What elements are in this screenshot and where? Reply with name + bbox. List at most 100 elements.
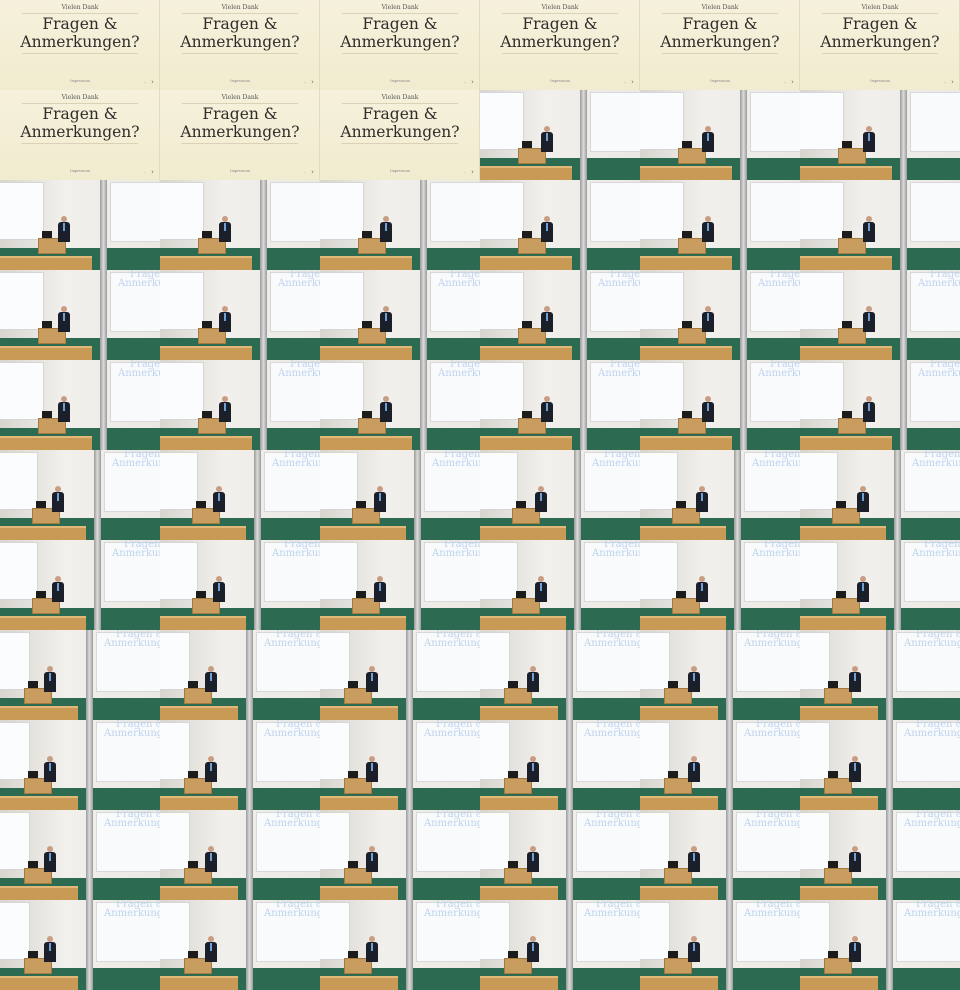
stage-frame bbox=[320, 180, 480, 270]
speaker bbox=[58, 216, 70, 244]
projection-screen-left bbox=[800, 632, 830, 690]
lanyard bbox=[385, 313, 387, 321]
projection-screen-left bbox=[0, 272, 44, 330]
wall-pillar bbox=[246, 810, 253, 900]
projection-screen-left bbox=[480, 182, 524, 240]
lanyard bbox=[379, 583, 381, 591]
stage-bench bbox=[800, 886, 878, 900]
slide-frame: Vielen Dank Fragen & Anmerkungen? Impressum… bbox=[0, 0, 160, 90]
speaker bbox=[219, 306, 231, 334]
nav-prev-icon: ‹ bbox=[464, 80, 466, 86]
lanyard bbox=[868, 133, 870, 141]
laptop bbox=[28, 861, 38, 868]
slide-title: Fragen & Anmerkungen? bbox=[160, 15, 319, 51]
speaker bbox=[688, 936, 700, 964]
stage-bench bbox=[640, 796, 718, 810]
speaker bbox=[857, 576, 869, 604]
projection-screen-left bbox=[480, 632, 510, 690]
speaker bbox=[205, 756, 217, 784]
lanyard bbox=[210, 943, 212, 951]
stage-bench bbox=[320, 886, 398, 900]
wall-pillar bbox=[86, 720, 93, 810]
screen-text-line2: Anmerkungen bbox=[432, 458, 480, 469]
screen-text-line2: Anmerkungen bbox=[118, 278, 160, 289]
slide-divider bbox=[182, 143, 298, 144]
stage-bench bbox=[640, 706, 718, 720]
slide-title: Fragen & Anmerkungen? bbox=[0, 105, 159, 141]
speaker bbox=[849, 666, 861, 694]
speaker bbox=[44, 756, 56, 784]
laptop bbox=[362, 231, 372, 238]
speaker bbox=[541, 216, 553, 244]
stage-frame bbox=[640, 180, 800, 270]
lanyard bbox=[862, 493, 864, 501]
slide-title-line1: Fragen & bbox=[522, 15, 598, 33]
stage-frame bbox=[480, 180, 640, 270]
stage-frame: Fragen &Anmerkungen bbox=[0, 270, 160, 360]
projection-screen-left bbox=[160, 452, 198, 510]
stage-frame: Fragen &Anmerkungen bbox=[160, 450, 320, 540]
slide-frame: Vielen Dank Fragen & Anmerkungen? Impressum… bbox=[0, 90, 160, 180]
wall-pillar bbox=[414, 450, 421, 540]
laptop bbox=[356, 591, 366, 598]
wall-pillar bbox=[254, 540, 261, 630]
slide-divider bbox=[502, 13, 618, 14]
projection-screen-left bbox=[640, 272, 684, 330]
screen-text-line2: Anmerkungen bbox=[432, 548, 480, 559]
lanyard bbox=[540, 583, 542, 591]
wall-pillar bbox=[86, 810, 93, 900]
laptop bbox=[42, 321, 52, 328]
wall-pillar bbox=[94, 540, 101, 630]
slide-footer: Impressum bbox=[710, 79, 730, 83]
screen-text-line2: Anmerkungen bbox=[278, 278, 320, 289]
nav-next-icon: › bbox=[951, 78, 954, 86]
projection-screen-left bbox=[800, 272, 844, 330]
stage-bench bbox=[320, 346, 412, 360]
screen-text-line2: Anmerkungen bbox=[904, 728, 960, 739]
speaker bbox=[58, 396, 70, 424]
lanyard bbox=[218, 583, 220, 591]
lanyard bbox=[693, 853, 695, 861]
lanyard bbox=[540, 493, 542, 501]
screen-text-line2: Anmerkungen bbox=[744, 908, 800, 919]
stage-bench bbox=[800, 346, 892, 360]
wall-pillar bbox=[100, 360, 107, 450]
speaker bbox=[863, 216, 875, 244]
stage-bench bbox=[160, 796, 238, 810]
wall-pillar bbox=[580, 360, 587, 450]
screen-text-line2: Anmerkungen bbox=[104, 728, 160, 739]
stage-bench bbox=[640, 616, 726, 630]
lanyard bbox=[546, 223, 548, 231]
stage-frame: Fragen &Anmerkungen bbox=[0, 720, 160, 810]
nav-prev-icon: ‹ bbox=[464, 170, 466, 176]
stage-bench bbox=[640, 526, 726, 540]
speaker bbox=[219, 216, 231, 244]
stage-frame bbox=[800, 90, 960, 180]
stage-bench bbox=[160, 976, 238, 990]
projection-screen-left bbox=[640, 362, 684, 420]
stage-bench bbox=[320, 436, 412, 450]
screen-text-line2: Anmerkungen bbox=[438, 278, 480, 289]
stage-frame: Fragen &Anmerkungen bbox=[640, 360, 800, 450]
wall-pillar bbox=[566, 630, 573, 720]
lanyard bbox=[218, 493, 220, 501]
slide-divider bbox=[182, 53, 298, 54]
laptop bbox=[842, 141, 852, 148]
projection-screen-left bbox=[640, 902, 670, 960]
speaker bbox=[541, 306, 553, 334]
screen-text-line2: Anmerkungen bbox=[424, 728, 480, 739]
laptop bbox=[42, 231, 52, 238]
screen-text-line2: Anmerkungen bbox=[104, 638, 160, 649]
stage-frame: Fragen &Anmerkungen bbox=[480, 360, 640, 450]
wall-pillar bbox=[734, 450, 741, 540]
laptop bbox=[682, 141, 692, 148]
slide-title-line1: Fragen & bbox=[362, 105, 438, 123]
stage-frame: Fragen &Anmerkungen bbox=[480, 270, 640, 360]
wall-pillar bbox=[246, 630, 253, 720]
slide-title: Fragen & Anmerkungen? bbox=[320, 15, 479, 51]
speaker bbox=[205, 666, 217, 694]
screen-text-line2: Anmerkungen bbox=[598, 368, 640, 379]
lanyard bbox=[371, 673, 373, 681]
slide-title: Fragen & Anmerkungen? bbox=[160, 105, 319, 141]
lanyard bbox=[385, 403, 387, 411]
